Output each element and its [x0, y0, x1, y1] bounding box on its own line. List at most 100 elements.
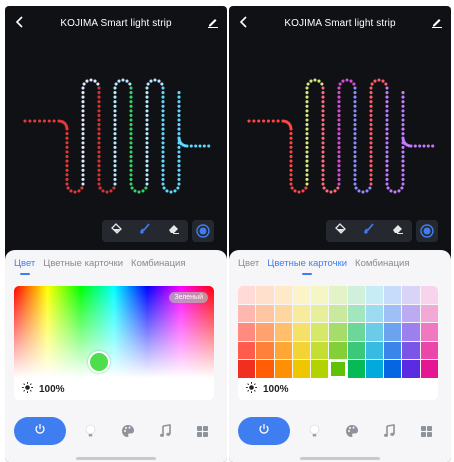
bulb-icon[interactable]: [83, 423, 99, 439]
color-swatch[interactable]: [256, 360, 274, 378]
tab-color[interactable]: Цвет: [238, 258, 259, 269]
color-swatch[interactable]: [365, 360, 384, 378]
color-swatch[interactable]: [384, 286, 402, 304]
color-swatch[interactable]: [292, 360, 311, 378]
brightness-bar[interactable]: 100%: [238, 378, 438, 400]
color-swatch[interactable]: [365, 304, 384, 323]
color-swatch[interactable]: [256, 341, 274, 360]
light-strip-preview[interactable]: [241, 66, 441, 196]
color-swatch[interactable]: [238, 286, 256, 304]
color-swatch[interactable]: [311, 360, 329, 378]
color-swatch[interactable]: [311, 323, 329, 341]
color-swatch[interactable]: [384, 360, 402, 378]
color-swatch[interactable]: [384, 304, 402, 323]
grid-icon[interactable]: [418, 423, 434, 439]
color-swatch[interactable]: [402, 341, 420, 360]
color-swatch[interactable]: [311, 286, 329, 304]
strip-led: [129, 86, 133, 90]
grid-icon[interactable]: [194, 423, 210, 439]
color-swatch[interactable]: [274, 360, 292, 378]
bulb-icon[interactable]: [307, 423, 323, 439]
color-swatch[interactable]: [347, 304, 365, 323]
color-swatch[interactable]: [365, 286, 384, 304]
color-swatch[interactable]: [311, 341, 329, 360]
strip-led: [385, 136, 389, 140]
color-swatch[interactable]: [311, 304, 329, 323]
color-swatch[interactable]: [329, 341, 347, 360]
color-spectrum-picker[interactable]: Зеленый: [14, 286, 214, 378]
color-picker-handle[interactable]: [88, 351, 110, 373]
color-swatch[interactable]: [402, 360, 420, 378]
color-swatch[interactable]: [420, 286, 438, 304]
color-swatch[interactable]: [256, 304, 274, 323]
eraser-icon[interactable]: [391, 222, 404, 240]
color-swatch[interactable]: [329, 323, 347, 341]
power-button[interactable]: [238, 417, 290, 445]
strip-led: [385, 182, 389, 186]
music-icon[interactable]: [381, 423, 397, 439]
color-swatch[interactable]: [292, 323, 311, 341]
color-swatch[interactable]: [365, 323, 384, 341]
paint-bucket-icon[interactable]: [110, 222, 123, 240]
strip-led: [23, 119, 27, 123]
color-swatch[interactable]: [256, 323, 274, 341]
music-icon[interactable]: [157, 423, 173, 439]
color-swatch[interactable]: [402, 286, 420, 304]
edit-pencil-icon[interactable]: [205, 14, 221, 30]
color-swatch[interactable]: [420, 304, 438, 323]
tab-combination[interactable]: Комбинация: [355, 258, 409, 269]
color-swatch[interactable]: [238, 323, 256, 341]
strip-led: [97, 100, 101, 104]
strip-led: [385, 168, 389, 172]
strip-led: [97, 155, 101, 159]
color-swatch[interactable]: [256, 286, 274, 304]
color-swatch[interactable]: [292, 304, 311, 323]
color-swatch[interactable]: [292, 286, 311, 304]
strip-led: [353, 86, 357, 90]
back-chevron-icon[interactable]: [12, 14, 28, 30]
toggle-circle-icon[interactable]: [192, 220, 214, 242]
color-swatch[interactable]: [329, 360, 347, 378]
power-button[interactable]: [14, 417, 66, 445]
color-swatch[interactable]: [238, 341, 256, 360]
tab-color-cards[interactable]: Цветные карточки: [43, 258, 123, 269]
color-swatch[interactable]: [274, 323, 292, 341]
tab-color[interactable]: Цвет: [14, 258, 35, 269]
color-swatch[interactable]: [420, 341, 438, 360]
home-indicator: [300, 457, 380, 460]
light-strip-preview[interactable]: [17, 66, 217, 196]
color-swatch[interactable]: [347, 341, 365, 360]
color-swatch[interactable]: [347, 360, 365, 378]
color-swatch[interactable]: [329, 286, 347, 304]
palette-icon[interactable]: [120, 423, 136, 439]
color-swatch[interactable]: [238, 360, 256, 378]
color-swatch[interactable]: [292, 341, 311, 360]
color-swatch[interactable]: [347, 286, 365, 304]
color-swatch[interactable]: [365, 341, 384, 360]
strip-led: [385, 145, 389, 149]
brightness-bar[interactable]: 100%: [14, 378, 214, 400]
color-swatch[interactable]: [384, 323, 402, 341]
strip-led: [125, 79, 129, 83]
tab-combination[interactable]: Комбинация: [131, 258, 185, 269]
color-swatch[interactable]: [420, 323, 438, 341]
color-swatch[interactable]: [329, 304, 347, 323]
paint-bucket-icon[interactable]: [334, 222, 347, 240]
tab-color-cards[interactable]: Цветные карточки: [267, 258, 347, 269]
brush-icon[interactable]: [362, 222, 375, 240]
color-swatch[interactable]: [274, 304, 292, 323]
color-swatch[interactable]: [384, 341, 402, 360]
edit-pencil-icon[interactable]: [429, 14, 445, 30]
color-swatch[interactable]: [420, 360, 438, 378]
eraser-icon[interactable]: [167, 222, 180, 240]
color-swatch[interactable]: [402, 323, 420, 341]
color-swatch[interactable]: [238, 304, 256, 323]
color-swatch[interactable]: [274, 341, 292, 360]
palette-icon[interactable]: [344, 423, 360, 439]
color-swatch[interactable]: [347, 323, 365, 341]
back-chevron-icon[interactable]: [236, 14, 252, 30]
color-swatch[interactable]: [402, 304, 420, 323]
brush-icon[interactable]: [138, 222, 151, 240]
toggle-circle-icon[interactable]: [416, 220, 438, 242]
color-swatch[interactable]: [274, 286, 292, 304]
